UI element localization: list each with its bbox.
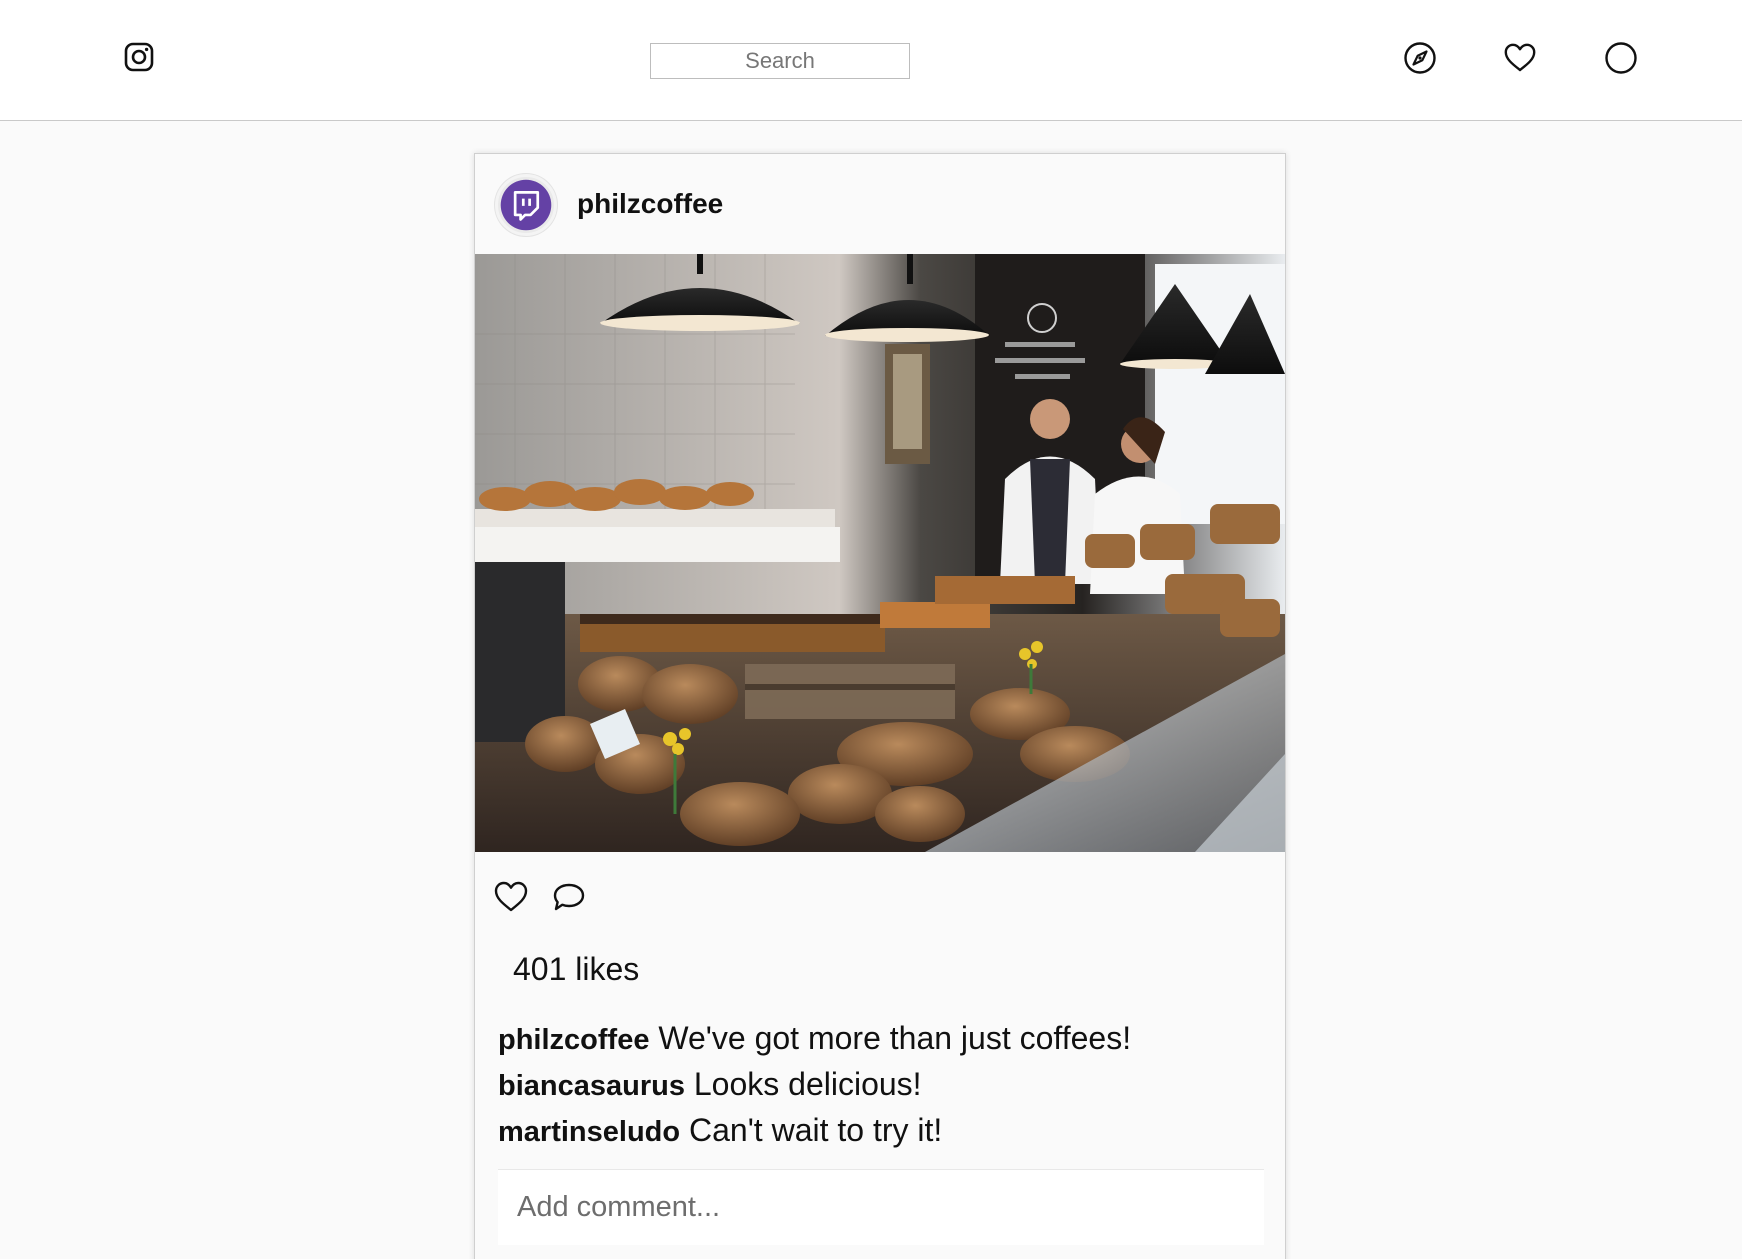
comment-username[interactable]: philzcoffee	[498, 1024, 649, 1056]
post-header: philzcoffee	[475, 154, 1285, 254]
top-navigation-bar	[0, 0, 1742, 121]
post-actions	[493, 879, 587, 919]
post-username[interactable]: philzcoffee	[577, 188, 723, 220]
comment-item: biancasaurus Looks delicious!	[498, 1062, 1268, 1108]
bakery-photo	[475, 254, 1285, 852]
comments-list: philzcoffee We've got more than just cof…	[498, 1016, 1268, 1154]
profile-circle-icon[interactable]	[1604, 41, 1638, 75]
heart-icon[interactable]	[1503, 41, 1537, 75]
comment-text: Can't wait to try it!	[688, 1112, 943, 1148]
compass-icon[interactable]	[1403, 41, 1437, 75]
comment-username[interactable]: martinseludo	[498, 1116, 680, 1148]
like-heart-icon[interactable]	[493, 879, 529, 915]
comment-text: Looks delicious!	[693, 1066, 922, 1102]
comment-username[interactable]: biancasaurus	[498, 1070, 685, 1102]
likes-count: 401 likes	[513, 951, 640, 987]
comment-icon[interactable]	[551, 879, 587, 915]
add-comment-input[interactable]	[498, 1169, 1264, 1245]
comment-text: We've got more than just coffees!	[658, 1020, 1132, 1056]
twitch-chat-icon	[500, 179, 552, 231]
avatar[interactable]	[495, 174, 557, 236]
instagram-icon[interactable]	[124, 42, 154, 72]
post-card: philzcoffee 401 likes philzcoffee We've …	[474, 153, 1286, 1259]
comment-item: philzcoffee We've got more than just cof…	[498, 1016, 1268, 1062]
search-input[interactable]	[650, 43, 910, 79]
post-image[interactable]	[475, 254, 1285, 852]
comment-item: martinseludo Can't wait to try it!	[498, 1108, 1268, 1154]
